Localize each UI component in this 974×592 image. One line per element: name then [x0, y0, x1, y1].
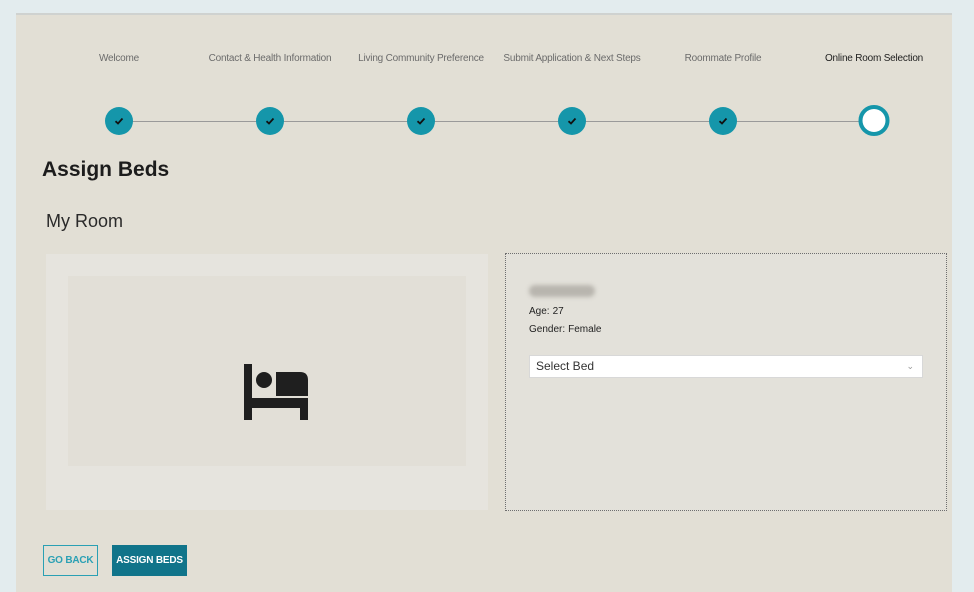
progress-track — [117, 121, 889, 122]
roommate-age: Age: 27 — [529, 306, 564, 317]
check-icon — [567, 117, 577, 125]
roommate-gender: Gender: Female — [529, 324, 602, 335]
bed-select-value: Select Bed — [536, 359, 595, 373]
step-label-contact-health[interactable]: Contact & Health Information — [209, 53, 332, 64]
step-marker-online-room-selection[interactable] — [858, 105, 890, 136]
step-labels: Welcome Contact & Health Information Liv… — [16, 53, 952, 69]
step-marker-contact-health[interactable] — [256, 107, 284, 135]
roommate-card: Age: 27 Gender: Female Select Bed ⌄ — [505, 253, 947, 511]
application-panel: Welcome Contact & Health Information Liv… — [16, 13, 952, 592]
step-marker-roommate-profile[interactable] — [709, 107, 737, 135]
age-value: 27 — [552, 306, 564, 317]
step-label-online-room-selection[interactable]: Online Room Selection — [825, 53, 923, 64]
room-image-card — [46, 254, 488, 510]
step-marker-submit-application[interactable] — [558, 107, 586, 135]
step-label-welcome[interactable]: Welcome — [99, 53, 139, 64]
assign-beds-button[interactable]: Assign Beds — [112, 545, 187, 576]
page-title: Assign Beds — [42, 158, 170, 181]
room-image — [68, 276, 466, 466]
gender-label: Gender: — [529, 324, 566, 335]
check-icon — [718, 117, 728, 125]
chevron-down-icon: ⌄ — [906, 361, 914, 371]
age-label: Age: — [529, 306, 550, 317]
step-marker-living-community[interactable] — [407, 107, 435, 135]
check-icon — [265, 117, 275, 125]
bed-icon — [244, 364, 308, 420]
gender-value: Female — [568, 324, 602, 335]
check-icon — [114, 117, 124, 125]
step-marker-welcome[interactable] — [105, 107, 133, 135]
section-title-my-room: My Room — [46, 211, 124, 231]
check-icon — [416, 117, 426, 125]
step-label-submit-application[interactable]: Submit Application & Next Steps — [503, 53, 640, 64]
bed-select[interactable]: Select Bed ⌄ — [529, 355, 923, 378]
go-back-button[interactable]: Go Back — [43, 545, 98, 576]
roommate-name-redacted — [529, 285, 595, 297]
step-label-roommate-profile[interactable]: Roommate Profile — [685, 53, 762, 64]
step-label-living-community[interactable]: Living Community Preference — [358, 53, 484, 64]
